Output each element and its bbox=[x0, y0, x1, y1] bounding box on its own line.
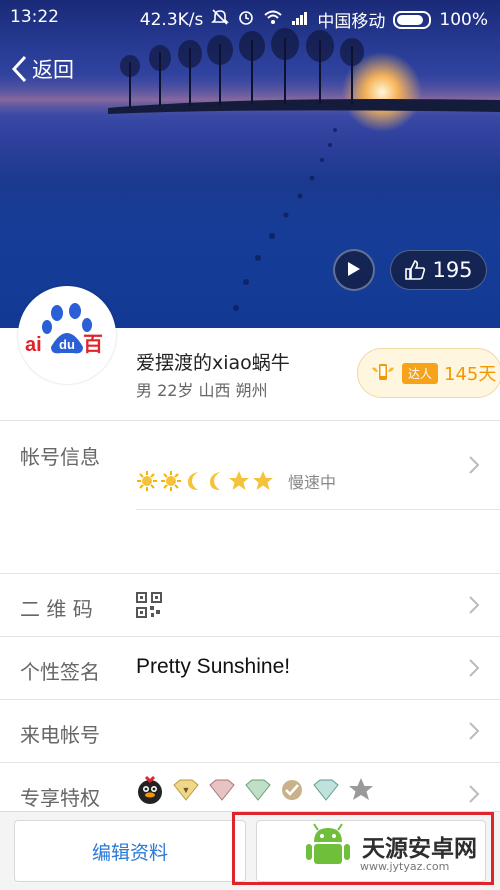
teal-diamond-icon bbox=[313, 779, 339, 801]
cover-photo: 13:22 42.3K/s 中国移动 100% 返回 195 bbox=[0, 0, 500, 328]
check-badge-icon bbox=[282, 780, 302, 800]
battery-icon bbox=[393, 10, 432, 29]
star-icon bbox=[229, 471, 249, 490]
baidu-logo: ai du 百 bbox=[25, 303, 103, 356]
network-speed: 42.3K/s bbox=[139, 9, 204, 30]
qrcode-row[interactable]: 二 维 码 bbox=[0, 574, 500, 637]
account-info-label: 帐号信息 bbox=[20, 445, 100, 469]
like-count: 195 bbox=[432, 258, 473, 282]
moon-icon bbox=[210, 472, 220, 490]
username: 爱摆渡的xiao蜗牛 bbox=[136, 352, 290, 374]
back-label: 返回 bbox=[32, 58, 74, 82]
chevron-right-icon bbox=[469, 456, 480, 474]
privilege-row[interactable]: 专享特权 ▼ bbox=[0, 763, 500, 814]
thumbs-up-icon bbox=[405, 260, 426, 280]
moon-icon bbox=[188, 472, 198, 490]
chevron-right-icon bbox=[469, 596, 480, 614]
profile-header: ai du 百 爱摆渡的xiao蜗牛 男 22岁 山西 朔州 达人 145天 bbox=[0, 286, 500, 421]
expert-tag: 达人 bbox=[402, 362, 439, 384]
sun-icon bbox=[161, 471, 181, 491]
qq-penguin-icon bbox=[138, 775, 162, 804]
yellow-diamond-icon: ▼ bbox=[173, 779, 199, 801]
watermark-url: www.jytyaz.com bbox=[360, 860, 450, 873]
carrier-name: 中国移动 bbox=[317, 12, 386, 32]
chevron-left-icon bbox=[11, 55, 27, 83]
star-icon bbox=[253, 471, 273, 490]
signal-icon bbox=[291, 10, 309, 30]
svg-text:du: du bbox=[59, 337, 75, 352]
play-button[interactable] bbox=[333, 249, 375, 291]
svg-text:▼: ▼ bbox=[182, 785, 191, 795]
privilege-label: 专享特权 bbox=[20, 786, 100, 810]
wifi-icon bbox=[263, 9, 283, 30]
qr-code-icon bbox=[136, 592, 162, 618]
account-info-row[interactable]: 帐号信息 慢速中 bbox=[0, 421, 500, 574]
caller-account-label: 来电帐号 bbox=[20, 723, 100, 747]
chevron-right-icon bbox=[469, 785, 480, 803]
expert-days: 145天 bbox=[444, 364, 497, 385]
watermark-text: 天源安卓网 bbox=[362, 836, 477, 862]
green-diamond-icon bbox=[245, 779, 271, 801]
like-button[interactable]: 195 bbox=[390, 250, 487, 290]
watermark: 天源安卓网 www.jytyaz.com bbox=[300, 818, 477, 874]
red-diamond-icon bbox=[209, 779, 235, 801]
gray-star-icon bbox=[349, 778, 373, 800]
back-button[interactable]: 返回 bbox=[10, 54, 74, 84]
expert-badge[interactable]: 达人 145天 bbox=[357, 348, 500, 398]
chevron-right-icon bbox=[469, 659, 480, 677]
mute-icon bbox=[211, 8, 230, 31]
signature-row[interactable]: 个性签名 Pretty Sunshine! bbox=[0, 637, 500, 700]
signature-value: Pretty Sunshine! bbox=[136, 655, 291, 678]
user-meta: 男 22岁 山西 朔州 bbox=[136, 381, 268, 400]
level-icons: 慢速中 bbox=[136, 469, 336, 493]
battery-level: 100% bbox=[439, 9, 488, 30]
avatar[interactable]: ai du 百 bbox=[18, 286, 116, 384]
status-time: 13:22 bbox=[10, 7, 59, 27]
caller-account-row[interactable]: 来电帐号 bbox=[0, 700, 500, 763]
profile-info-list: 帐号信息 慢速中 二 维 码 个性签名 Pretty Sunshine! 来电帐… bbox=[0, 421, 500, 814]
edit-profile-button[interactable]: 编辑资料 bbox=[14, 820, 246, 882]
level-status: 慢速中 bbox=[288, 473, 337, 492]
signature-label: 个性签名 bbox=[20, 660, 100, 684]
svg-text:ai: ai bbox=[25, 334, 42, 356]
winged-phone-icon bbox=[372, 364, 394, 380]
status-bar: 13:22 42.3K/s 中国移动 100% bbox=[0, 0, 500, 34]
sun-icon bbox=[137, 471, 157, 491]
android-logo-icon bbox=[306, 823, 350, 864]
privilege-icons: ▼ bbox=[136, 775, 374, 805]
chevron-right-icon bbox=[469, 722, 480, 740]
qrcode-label: 二 维 码 bbox=[20, 597, 93, 621]
svg-text:百: 百 bbox=[83, 332, 103, 356]
row-divider bbox=[136, 509, 500, 510]
play-icon bbox=[348, 262, 360, 276]
alarm-icon bbox=[237, 8, 255, 31]
